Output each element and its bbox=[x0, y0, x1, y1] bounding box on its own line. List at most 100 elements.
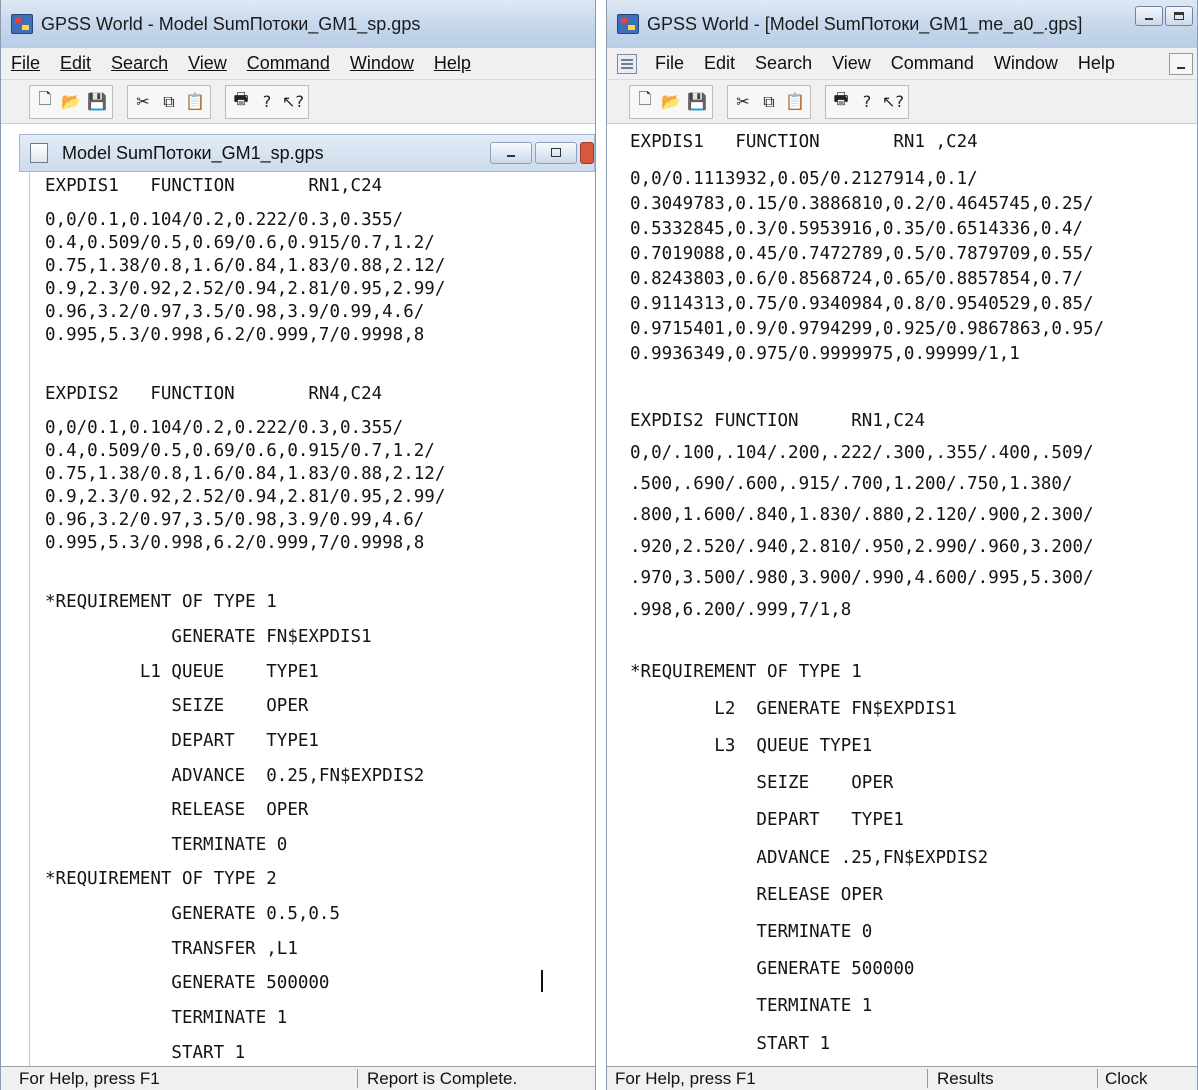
copy-icon[interactable]: ⧉ bbox=[757, 89, 781, 115]
code-line: .998,6.200/.999,7/1,8 bbox=[630, 600, 852, 620]
help-icon[interactable]: ? bbox=[855, 89, 879, 115]
code-line: GENERATE 500000 bbox=[630, 959, 915, 979]
right-titlebar[interactable]: GPSS World - [Model SumПотоки_GM1_me_a0_… bbox=[607, 0, 1197, 48]
menu-file[interactable]: File bbox=[1, 53, 50, 74]
code-line: 0.5332845,0.3/0.5953916,0.35/0.6514336,0… bbox=[630, 219, 1084, 239]
status-help-text: For Help, press F1 bbox=[615, 1069, 756, 1088]
code-line: 0.9,2.3/0.92,2.52/0.94,2.81/0.95,2.99/ bbox=[45, 487, 446, 507]
text-cursor bbox=[541, 970, 543, 992]
code-line: START 1 bbox=[630, 1034, 831, 1054]
new-icon[interactable]: 🗋 bbox=[33, 89, 57, 115]
help-icon[interactable]: ? bbox=[255, 89, 279, 115]
context-help-icon[interactable]: ↖? bbox=[281, 89, 305, 115]
code-line: GENERATE 500000 bbox=[45, 973, 330, 993]
code-line: 0.9114313,0.75/0.9340984,0.8/0.9540529,0… bbox=[630, 294, 1094, 314]
save-icon[interactable]: 💾 bbox=[685, 89, 709, 115]
menu-search[interactable]: Search bbox=[745, 53, 822, 74]
context-help-icon[interactable]: ↖? bbox=[881, 89, 905, 115]
code-line: .800,1.600/.840,1.830/.880,2.120/.900,2.… bbox=[630, 505, 1094, 525]
menu-window[interactable]: Window bbox=[984, 53, 1068, 74]
status-separator bbox=[357, 1069, 358, 1088]
right-code-editor[interactable]: EXPDIS1 FUNCTION RN1 ,C24 0,0/0.1113932,… bbox=[617, 124, 1197, 1066]
code-line: L1 QUEUE TYPE1 bbox=[45, 662, 319, 682]
code-line: 0.96,3.2/0.97,3.5/0.98,3.9/0.99,4.6/ bbox=[45, 302, 425, 322]
code-line: 0.9,2.3/0.92,2.52/0.94,2.81/0.95,2.99/ bbox=[45, 279, 446, 299]
code-line: 0.4,0.509/0.5,0.69/0.6,0.915/0.7,1.2/ bbox=[45, 441, 435, 461]
right-window-title: GPSS World - [Model SumПотоки_GM1_me_a0_… bbox=[647, 13, 1083, 34]
document-maximize-button[interactable] bbox=[535, 142, 577, 164]
code-line: *REQUIREMENT OF TYPE 1 bbox=[630, 662, 862, 682]
code-line: .500,.690/.600,.915/.700,1.200/.750,1.38… bbox=[630, 474, 1073, 494]
window-maximize-button[interactable] bbox=[1165, 6, 1193, 26]
right-statusbar: For Help, press F1 Results Clock bbox=[607, 1066, 1197, 1090]
code-line: ADVANCE .25,FN$EXPDIS2 bbox=[630, 848, 989, 868]
code-line: EXPDIS1 FUNCTION RN1 ,C24 bbox=[630, 132, 978, 152]
cut-icon[interactable]: ✂ bbox=[131, 89, 155, 115]
code-line: 0,0/.100,.104/.200,.222/.300,.355/.400,.… bbox=[630, 443, 1094, 463]
code-line: GENERATE 0.5,0.5 bbox=[45, 904, 341, 924]
menu-edit[interactable]: Edit bbox=[50, 53, 101, 74]
print-icon[interactable]: 🖶 bbox=[829, 89, 853, 115]
menu-window[interactable]: Window bbox=[340, 53, 424, 74]
code-line: 0,0/0.1113932,0.05/0.2127914,0.1/ bbox=[630, 169, 978, 189]
menu-edit[interactable]: Edit bbox=[694, 53, 745, 74]
document-close-button[interactable] bbox=[580, 142, 594, 164]
copy-icon[interactable]: ⧉ bbox=[157, 89, 181, 115]
code-line: EXPDIS1 FUNCTION RN1,C24 bbox=[45, 176, 383, 196]
code-line: GENERATE FN$EXPDIS1 bbox=[45, 627, 372, 647]
code-line: ADVANCE 0.25,FN$EXPDIS2 bbox=[45, 766, 425, 786]
status-help-text: For Help, press F1 bbox=[19, 1069, 160, 1088]
window-minimize-button[interactable] bbox=[1135, 6, 1163, 26]
paste-icon[interactable]: 📋 bbox=[183, 89, 207, 115]
code-line: 0.75,1.38/0.8,1.6/0.84,1.83/0.88,2.12/ bbox=[45, 464, 446, 484]
right-menubar: File Edit Search View Command Window Hel… bbox=[607, 48, 1197, 80]
left-menubar: File Edit Search View Command Window Hel… bbox=[1, 48, 595, 80]
menu-help[interactable]: Help bbox=[1068, 53, 1125, 74]
gpss-app-icon bbox=[11, 14, 33, 34]
menu-command[interactable]: Command bbox=[237, 53, 340, 74]
right-toolbar: 🗋 📂 💾 ✂ ⧉ 📋 🖶 ? ↖? bbox=[607, 80, 1197, 124]
code-line: *REQUIREMENT OF TYPE 2 bbox=[45, 869, 277, 889]
document-minimize-button[interactable] bbox=[1169, 52, 1193, 75]
code-line: TERMINATE 1 bbox=[630, 996, 873, 1016]
menu-command[interactable]: Command bbox=[881, 53, 984, 74]
left-gpss-window: GPSS World - Model SumПотоки_GM1_sp.gps … bbox=[0, 0, 596, 1090]
status-report-text: Report is Complete. bbox=[367, 1069, 518, 1088]
code-line: TRANSFER ,L1 bbox=[45, 939, 298, 959]
left-titlebar[interactable]: GPSS World - Model SumПотоки_GM1_sp.gps bbox=[1, 0, 595, 48]
status-separator bbox=[1097, 1069, 1098, 1088]
cut-icon[interactable]: ✂ bbox=[731, 89, 755, 115]
code-line: 0.9936349,0.975/0.9999975,0.99999/1,1 bbox=[630, 344, 1020, 364]
paste-icon[interactable]: 📋 bbox=[783, 89, 807, 115]
save-icon[interactable]: 💾 bbox=[85, 89, 109, 115]
menu-search[interactable]: Search bbox=[101, 53, 178, 74]
code-line: RELEASE OPER bbox=[630, 885, 883, 905]
code-line: 0.3049783,0.15/0.3886810,0.2/0.4645745,0… bbox=[630, 194, 1094, 214]
open-icon[interactable]: 📂 bbox=[59, 89, 83, 115]
left-code-editor[interactable]: EXPDIS1 FUNCTION RN1,C24 0,0/0.1,0.104/0… bbox=[29, 172, 595, 1066]
status-results-label: Results bbox=[937, 1069, 994, 1088]
code-line: *REQUIREMENT OF TYPE 1 bbox=[45, 592, 277, 612]
left-window-title: GPSS World - Model SumПотоки_GM1_sp.gps bbox=[41, 13, 421, 34]
menu-view[interactable]: View bbox=[178, 53, 237, 74]
code-line: 0.8243803,0.6/0.8568724,0.65/0.8857854,0… bbox=[630, 269, 1084, 289]
open-icon[interactable]: 📂 bbox=[659, 89, 683, 115]
print-icon[interactable]: 🖶 bbox=[229, 89, 253, 115]
menu-view[interactable]: View bbox=[822, 53, 881, 74]
document-icon bbox=[30, 143, 48, 163]
code-line: START 1 bbox=[45, 1043, 246, 1063]
code-line: L2 GENERATE FN$EXPDIS1 bbox=[630, 699, 957, 719]
document-menu-icon[interactable] bbox=[617, 53, 637, 74]
code-line: 0,0/0.1,0.104/0.2,0.222/0.3,0.355/ bbox=[45, 418, 404, 438]
code-line: 0.7019088,0.45/0.7472789,0.5/0.7879709,0… bbox=[630, 244, 1094, 264]
code-line: DEPART TYPE1 bbox=[630, 810, 904, 830]
gpss-app-icon bbox=[617, 14, 639, 34]
left-document-titlebar[interactable]: Model SumПотоки_GM1_sp.gps bbox=[19, 134, 595, 172]
menu-file[interactable]: File bbox=[645, 53, 694, 74]
document-minimize-button[interactable] bbox=[490, 142, 532, 164]
left-document-title: Model SumПотоки_GM1_sp.gps bbox=[62, 142, 324, 163]
code-line: 0.995,5.3/0.998,6.2/0.999,7/0.9998,8 bbox=[45, 325, 425, 345]
new-icon[interactable]: 🗋 bbox=[633, 89, 657, 115]
menu-help[interactable]: Help bbox=[424, 53, 481, 74]
code-line: TERMINATE 0 bbox=[45, 835, 288, 855]
